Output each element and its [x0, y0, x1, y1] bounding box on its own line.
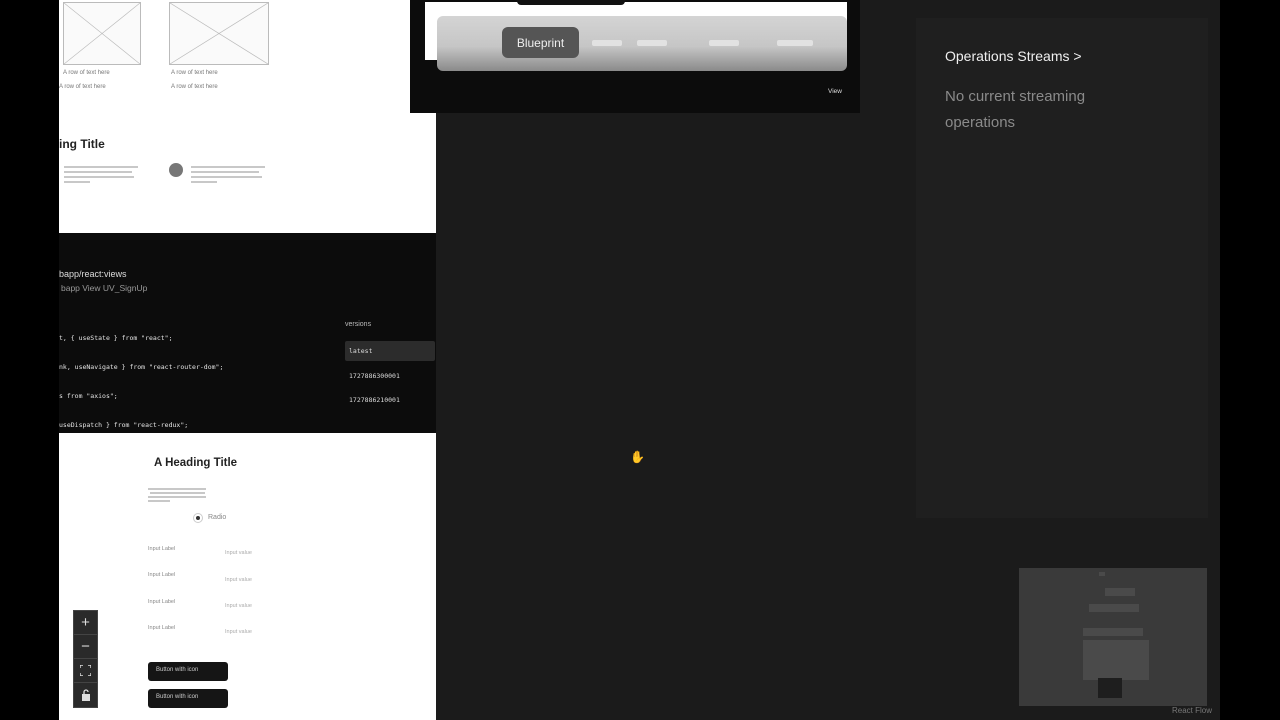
unlock-icon	[81, 689, 90, 701]
text-line	[150, 492, 205, 494]
text-line	[148, 500, 170, 502]
field-label: Input Label	[148, 572, 176, 578]
minus-icon: −	[81, 638, 90, 655]
field-input[interactable]: Input value	[225, 629, 252, 635]
minimap-node	[1105, 588, 1135, 596]
button-with-icon[interactable]: Button with icon	[148, 662, 228, 681]
caption-text: A row of text here	[171, 84, 218, 90]
field-label: Input Label	[148, 599, 176, 605]
caption-text: A row of text here	[59, 84, 106, 90]
version-item[interactable]: 1727886300001	[345, 366, 435, 386]
blueprint-button[interactable]: Blueprint	[502, 27, 579, 58]
toolbar-item[interactable]	[592, 40, 622, 46]
field-label: Input Label	[148, 625, 176, 631]
radio-label: Radio	[208, 514, 227, 521]
flow-controls: + −	[73, 610, 98, 708]
field-label: Input Label	[148, 546, 176, 552]
caption-text: A row of text here	[171, 70, 218, 76]
empty-state-message: No current streaming operations	[945, 88, 1086, 131]
view-subtitle: bapp View UV_SignUp	[61, 283, 148, 293]
fit-view-icon	[80, 665, 91, 676]
text-line	[191, 171, 259, 173]
text-line	[64, 166, 138, 168]
versions-label: versions	[345, 321, 372, 328]
avatar-placeholder	[169, 163, 183, 177]
text-line	[64, 171, 132, 173]
text-line	[148, 488, 206, 490]
zoom-in-button[interactable]: +	[74, 611, 97, 635]
left-gutter	[0, 0, 59, 720]
code-view-node[interactable]: bapp/react:views bapp View UV_SignUp t, …	[59, 233, 436, 515]
code-line: t, { useState } from "react";	[59, 334, 173, 343]
view-path: bapp/react:views	[59, 269, 127, 279]
code-line: nk, useNavigate } from "react-router-dom…	[59, 362, 224, 371]
field-input[interactable]: Input value	[225, 603, 252, 609]
caption-text: A row of text here	[63, 70, 110, 76]
minimap-node	[1083, 640, 1149, 680]
image-placeholder	[63, 2, 141, 65]
text-line	[191, 166, 265, 168]
toolbar: Blueprint	[437, 16, 847, 71]
button-with-icon[interactable]: Button with icon	[148, 689, 228, 708]
code-line: useDispatch } from "react-redux";	[59, 420, 189, 429]
version-item[interactable]: 1727886210001	[345, 390, 435, 410]
toolbar-item[interactable]	[709, 40, 739, 46]
text-line	[148, 496, 206, 498]
zoom-out-button[interactable]: −	[74, 635, 97, 659]
minimap-node	[1099, 572, 1105, 576]
preview-panel[interactable]: Blueprint View	[410, 0, 860, 113]
text-line	[64, 176, 134, 178]
grab-cursor-icon: ✋	[630, 450, 645, 464]
react-flow-attribution[interactable]: React Flow	[1172, 706, 1212, 715]
plus-icon: +	[81, 614, 90, 631]
section-heading: ing Title	[59, 137, 105, 151]
toolbar-item[interactable]	[637, 40, 667, 46]
minimap[interactable]	[1019, 568, 1207, 706]
code-line: s from "axios";	[59, 391, 118, 400]
form-heading: A Heading Title	[154, 457, 238, 469]
minimap-node	[1083, 628, 1143, 636]
text-line	[191, 181, 217, 183]
operations-panel: Operations Streams > No current streamin…	[916, 18, 1208, 518]
lock-button[interactable]	[74, 683, 97, 707]
wireframe-node-top[interactable]: A row of text here A row of text here A …	[59, 0, 436, 233]
version-item-latest[interactable]: latest	[345, 341, 435, 361]
fit-view-button[interactable]	[74, 659, 97, 683]
image-placeholder	[169, 2, 269, 65]
minimap-viewport[interactable]	[1098, 678, 1122, 698]
panel-notch	[517, 0, 625, 5]
wireframe-node-form[interactable]: A Heading Title Radio Input Label Input …	[59, 433, 436, 720]
text-line	[64, 181, 90, 183]
radio-button[interactable]	[193, 513, 203, 523]
minimap-node	[1089, 604, 1139, 612]
toolbar-item[interactable]	[777, 40, 813, 46]
view-link[interactable]: View	[828, 88, 842, 95]
operations-streams-link[interactable]: Operations Streams >	[945, 48, 1082, 64]
right-gutter	[1220, 0, 1280, 720]
text-line	[191, 176, 262, 178]
field-input[interactable]: Input value	[225, 550, 252, 556]
field-input[interactable]: Input value	[225, 577, 252, 583]
